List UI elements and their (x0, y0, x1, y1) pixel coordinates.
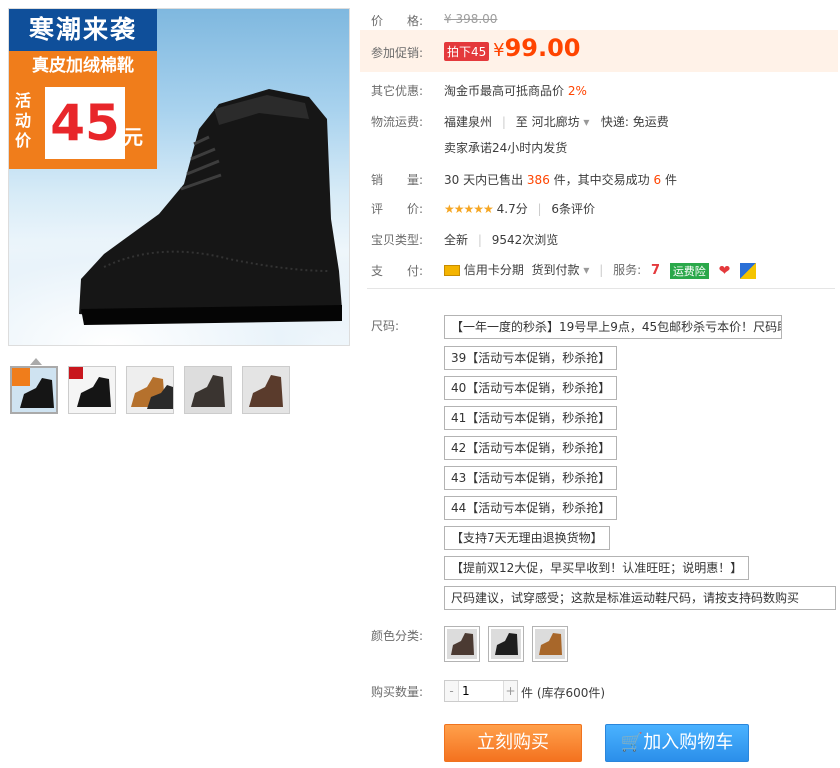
quantity-label: 购买数量: (371, 685, 424, 699)
section-divider (367, 288, 835, 289)
buy-now-button[interactable]: 立刻购买 (444, 724, 582, 762)
sales-label: 销 量: (371, 173, 424, 187)
other-discount-label: 其它优惠: (371, 84, 424, 98)
promo-banner-price: 45 (45, 87, 125, 159)
shipping-to-word: 至 (515, 115, 528, 129)
promo-price-group: 拍下45 ¥99.00 (444, 34, 580, 62)
quantity-stepper: - + (444, 680, 518, 702)
size-option-39[interactable]: 39【活动亏本促销，秒杀抢】 (444, 346, 618, 370)
payment-info: 信用卡分期 货到付款 ▾ | 服务: 7 运费险 ❤ (444, 261, 757, 279)
other-discount-pct: 2% (567, 84, 587, 98)
shipping-from: 福建泉州 (444, 115, 493, 129)
add-to-cart-label: 加入购物车 (643, 732, 734, 753)
size-option-return-policy[interactable]: 【支持7天无理由退换货物】 (444, 526, 610, 550)
promo-tag: 拍下45 (444, 42, 490, 61)
quantity-input[interactable] (460, 681, 504, 701)
promo-banner-subtitle: 真皮加绒棉靴 (32, 56, 134, 76)
rating-count-link[interactable]: 6条评价 (551, 202, 595, 216)
promo-banner-title: 寒潮来袭 (9, 9, 157, 51)
quantity-increase-button[interactable]: + (503, 681, 517, 701)
shipping-insurance-badge[interactable]: 运费险 (669, 262, 709, 279)
promo-price-background (360, 30, 838, 72)
sales-text-1: 30 天内已售出 (444, 173, 524, 187)
promo-price: 99.00 (504, 34, 581, 62)
rating-score: 4.7分 (496, 202, 528, 216)
service-label: 服务: (613, 263, 642, 277)
main-product-image[interactable]: 寒潮来袭 真皮加绒棉靴 活动价 45 元 (8, 8, 350, 346)
size-option-43[interactable]: 43【活动亏本促销，秒杀抢】 (444, 466, 618, 490)
heart-guarantee-icon[interactable]: ❤ (719, 263, 731, 279)
thumbnail-2[interactable] (68, 366, 116, 414)
item-condition: 全新 (444, 233, 469, 247)
shipping-label: 物流运费: (371, 115, 424, 129)
rating-info: ★★★★★ 4.7分 | 6条评价 (444, 202, 596, 216)
rating-stars: ★★★★★ (444, 202, 494, 216)
item-type-label: 宝贝类型: (371, 233, 424, 247)
shipping-info: 福建泉州 | 至 河北廊坊 ▾ 快递: 免运费 (444, 115, 669, 129)
view-count: 9542次浏览 (491, 233, 559, 247)
payment-cod[interactable]: 货到付款 (531, 263, 579, 277)
thumbnail-1[interactable] (10, 366, 58, 414)
color-swatch-dark-brown[interactable] (444, 626, 480, 662)
sales-text-3: 件 (664, 173, 677, 187)
original-price: ¥ 398.00 (444, 12, 498, 26)
shipping-promise: 卖家承诺24小时内发货 (444, 141, 568, 155)
credit-card-icon (444, 265, 460, 276)
shipping-destination[interactable]: 河北廊坊 (532, 115, 580, 129)
stock-info: 件 (库存600件) (521, 686, 606, 700)
certified-icon[interactable] (740, 262, 757, 279)
selected-thumb-indicator (30, 358, 42, 365)
color-swatch-tan[interactable] (532, 626, 568, 662)
thumbnail-5[interactable] (242, 366, 290, 414)
thumbnail-4[interactable] (184, 366, 232, 414)
payment-label: 支 付: (371, 264, 424, 278)
promo-banner: 寒潮来袭 真皮加绒棉靴 活动价 45 元 (9, 9, 157, 169)
promo-banner-huodong: 活动价 (15, 91, 32, 150)
sales-success-count: 6 (653, 173, 662, 187)
size-option-40[interactable]: 40【活动亏本促销，秒杀抢】 (444, 376, 618, 400)
promo-yen: ¥ (493, 40, 505, 61)
thumbnail-3[interactable] (126, 366, 174, 414)
promo-label: 参加促销: (371, 46, 424, 60)
sales-text-2: 件，其中交易成功 (553, 173, 650, 187)
cart-icon: 🛒 (620, 732, 644, 753)
size-option-double12[interactable]: 【提前双12大促，早买早收到！认准旺旺；说明惠！】 (444, 556, 750, 580)
add-to-cart-button[interactable]: 🛒加入购物车 (605, 724, 749, 762)
color-swatch-black[interactable] (488, 626, 524, 662)
sales-info: 30 天内已售出 386 件，其中交易成功 6 件 (444, 171, 677, 188)
quantity-decrease-button[interactable]: - (445, 681, 459, 701)
size-label: 尺码: (371, 319, 400, 333)
sales-count: 386 (526, 173, 550, 187)
other-discount: 淘金币最高可抵商品价 2% (444, 82, 587, 99)
color-label: 颜色分类: (371, 629, 424, 643)
price-label: 价 格: (371, 14, 424, 28)
size-option-42[interactable]: 42【活动亏本促销，秒杀抢】 (444, 436, 618, 460)
item-type-info: 全新 | 9542次浏览 (444, 233, 559, 247)
size-option-0[interactable]: 【一年一度的秒杀】19号早上9点，45包邮秒杀亏本价！尺码助手 (444, 315, 782, 339)
size-option-41[interactable]: 41【活动亏本促销，秒杀抢】 (444, 406, 618, 430)
size-option-advice[interactable]: 尺码建议，试穿感受；这款是标准运动鞋尺码，请按支持码数购买 (444, 586, 836, 610)
payment-credit-installment[interactable]: 信用卡分期 (464, 263, 524, 277)
promo-banner-yuan: 元 (123, 125, 143, 149)
rating-label: 评 价: (371, 202, 424, 216)
size-option-44[interactable]: 44【活动亏本促销，秒杀抢】 (444, 496, 618, 520)
shipping-express: 快递: 免运费 (600, 115, 669, 129)
other-discount-text: 淘金币最高可抵商品价 (444, 84, 565, 98)
seven-day-return-icon[interactable]: 7 (651, 263, 660, 279)
